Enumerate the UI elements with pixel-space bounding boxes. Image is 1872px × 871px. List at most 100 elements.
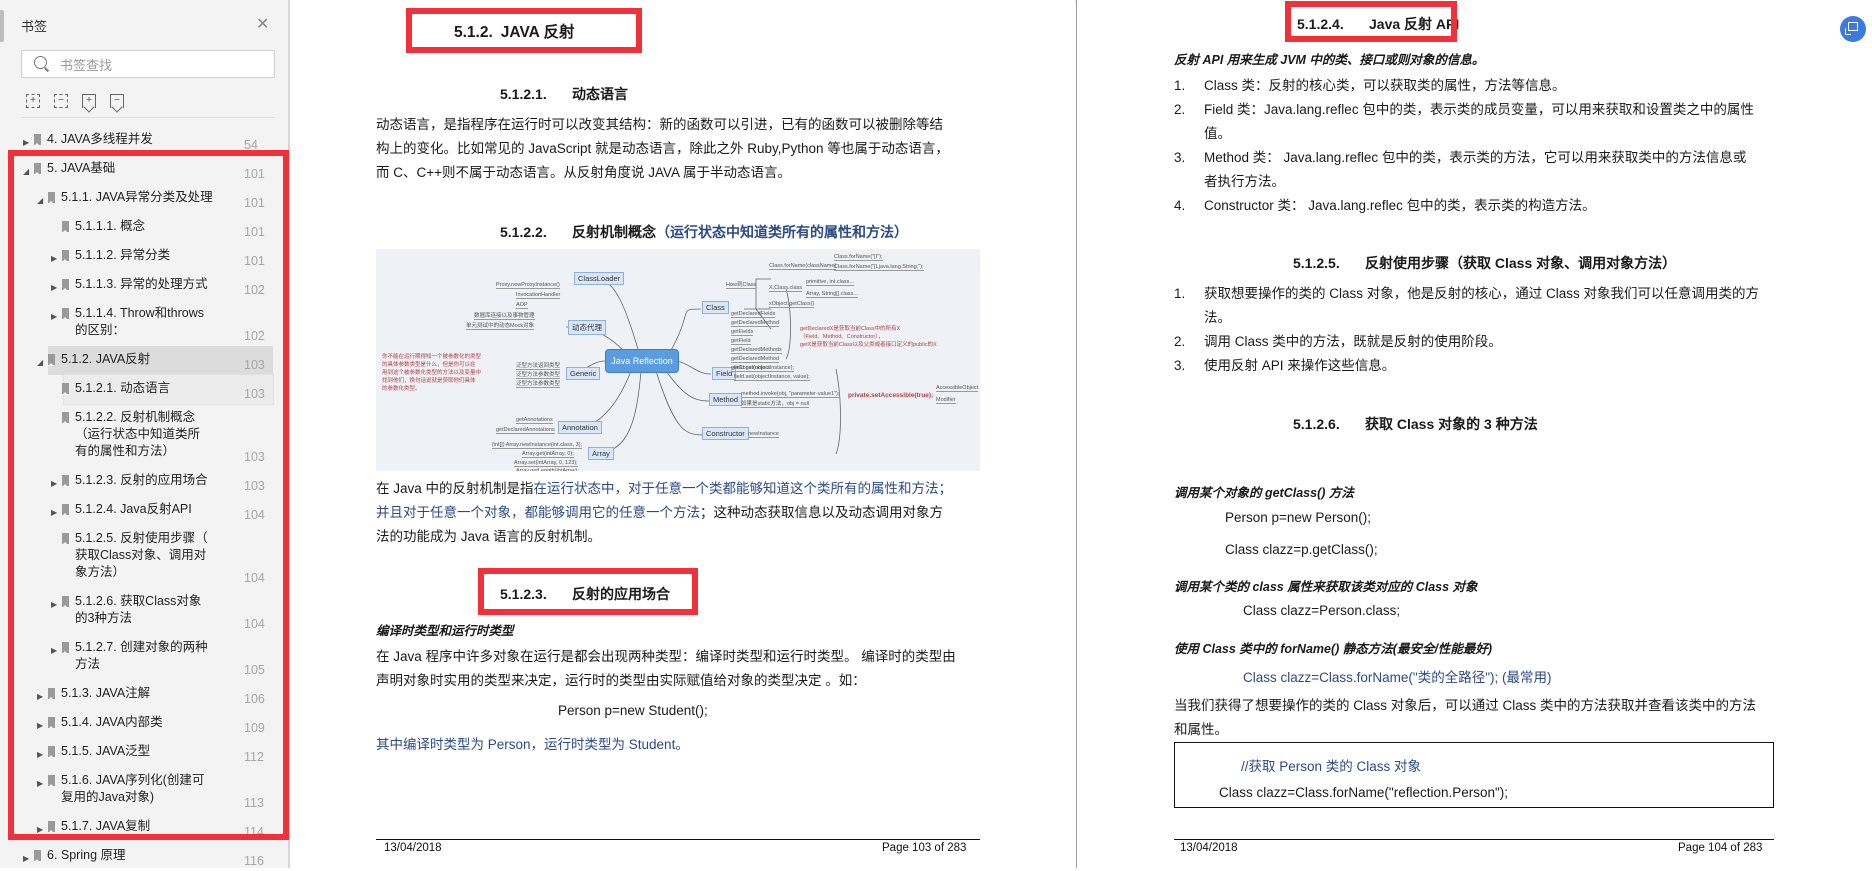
mindmap-node-class: Class <box>702 301 729 314</box>
expand-toggle-icon[interactable]: ▶ <box>51 642 57 659</box>
bookmark-item[interactable]: ▶ 5.1.7. JAVA复制 114 <box>0 813 288 842</box>
bookmark-item[interactable]: ▶ 5.1.1.3. 异常的处理方式 102 <box>0 271 288 300</box>
list-item: 4. Constructor 类： Java.lang.reflec 包中的类，表… <box>1174 194 1784 218</box>
bookmark-label: 5.1.2.3. 反射的应用场合 <box>75 473 208 487</box>
bookmark-label: 5.1.1.1. 概念 <box>75 219 146 233</box>
list-text: Field 类：Java.lang.reflec 包中的类，表示类的成员变量，可… <box>1204 102 1754 117</box>
expand-toggle-icon[interactable]: ▶ <box>51 504 57 521</box>
bookmark-item[interactable]: ▶ 5.1.1.4. Throw和throws 的区别： 102 <box>0 300 288 346</box>
bookmark-item[interactable]: ▶ 6. Spring 原理 116 <box>0 842 288 871</box>
bookmark-item[interactable]: ▶ 5.1.5. JAVA泛型 112 <box>0 738 288 767</box>
bookmark-item[interactable]: ◢ 5.1.2. JAVA反射 103 <box>37 346 273 375</box>
add-bookmark-icon[interactable]: + <box>82 94 96 108</box>
close-icon[interactable]: ✕ <box>256 14 269 34</box>
pdf-page-104: 5.1.2.4. Java 反射 API 反射 API 用来生成 JVM 中的类、… <box>1076 0 1872 868</box>
subheading-class-attr: 调用某个类的 class 属性来获取该类对应的 Class 对象 <box>1174 580 1478 594</box>
list-item: 1. Class 类：反射的核心类，可以获取类的属性，方法等信息。 <box>1174 74 1784 98</box>
bookmark-item[interactable]: ▶ 5.1.3. JAVA注解 106 <box>0 680 288 709</box>
bookmark-label: 5.1.2.5. 反射使用步骤（ 获取Class对象、调用对 象方法） <box>75 531 208 579</box>
expand-toggle-icon[interactable]: ▶ <box>51 596 57 613</box>
bookmark-page-number: 114 <box>244 825 264 839</box>
bookmark-icon <box>48 688 55 700</box>
bookmark-page-number: 102 <box>244 283 265 297</box>
mindmap-leaf: (int[]) Array.newInstance(int.class, 3); <box>492 442 583 449</box>
collapse-all-icon[interactable]: − <box>54 94 68 108</box>
bookmark-label: 5.1.7. JAVA复制 <box>61 819 151 833</box>
mindmap-leaf: newInstance <box>748 431 779 438</box>
bookmark-search-input[interactable] <box>58 54 262 76</box>
bookmark-item[interactable]: ◢ 5.1.1. JAVA异常分类及处理 101 <box>0 184 288 213</box>
expand-toggle-icon[interactable]: ▶ <box>51 250 57 267</box>
mindmap-leaf: 如果是static方法，obj = null <box>741 401 810 408</box>
bookmark-item[interactable]: ▶ 5.1.1.2. 异常分类 101 <box>0 242 288 271</box>
collapse-toggle-icon[interactable]: ◢ <box>37 354 43 371</box>
list-item: 2. 调用 Class 类中的方法，既就是反射的使用阶段。 <box>1174 330 1784 354</box>
expand-all-icon[interactable]: + <box>26 94 40 108</box>
bookmark-page-number: 101 <box>244 196 265 210</box>
mindmap-leaf: How到Class <box>726 282 757 289</box>
footer-page-number: Page 104 of 283 <box>1678 842 1763 854</box>
list-number: 2. <box>1174 334 1186 349</box>
list-text: 者执行方法。 <box>1204 174 1285 189</box>
expand-toggle-icon[interactable]: ▶ <box>51 475 57 492</box>
mindmap-leaf: Class.forName("[Ljava.lang.String;"); <box>834 264 924 271</box>
bookmark-item[interactable]: ▶ 4. JAVA多线程并发 54 <box>0 126 288 155</box>
bookmark-item[interactable]: ▶ 5.1.2.6. 获取Class对象 的3种方法 104 <box>0 588 288 634</box>
bookmark-item[interactable]: ◢ 5. JAVA基础 101 <box>0 155 288 184</box>
bookmark-item[interactable]: 5.1.2.2. 反射机制概念 （运行状态中知道类所 有的属性和方法） 103 <box>0 404 288 467</box>
mindmap-leaf: getAnnotations <box>516 417 553 424</box>
bookmark-item[interactable]: 5.1.2.1. 动态语言 103 <box>62 374 274 405</box>
collapse-toggle-icon[interactable]: ◢ <box>37 192 43 209</box>
mindmap-leaf: Array.get(intArray, 0); <box>522 451 574 458</box>
mindmap-center: Java Reflection <box>605 349 679 373</box>
bookmark-search[interactable] <box>21 50 275 78</box>
paragraph-types-blue: 其中编译时类型为 Person，运行时类型为 Student。 <box>376 737 689 752</box>
mindmap-accessible: private.setAccessible(true); <box>848 392 934 399</box>
bookmark-icon <box>62 250 69 262</box>
bookmark-page-number: 101 <box>244 225 265 239</box>
bookmark-page-number: 103 <box>244 387 265 401</box>
bookmark-icon <box>48 821 55 833</box>
bookmark-item[interactable]: ▶ 5.1.2.4. Java反射API 104 <box>0 496 288 525</box>
footer-date: 13/04/2018 <box>1180 842 1238 854</box>
bookmark-icon <box>62 533 69 545</box>
expand-toggle-icon[interactable]: ▶ <box>37 688 43 705</box>
mindmap-leaf: getDeclaredFields <box>731 311 776 318</box>
code-person-new: Person p=new Person(); <box>1225 510 1371 525</box>
bookmark-item[interactable]: ▶ 5.1.4. JAVA内部类 109 <box>0 709 288 738</box>
mindmap-note-generic: 你不能在运行期得知一个被参数化的类型 的具体参数类型是什么，但是你可以在 用到这… <box>382 354 482 392</box>
panel-handle[interactable] <box>0 10 4 42</box>
bookmark-icon <box>62 642 69 654</box>
bookmark-item[interactable]: ▶ 5.1.2.3. 反射的应用场合 103 <box>0 467 288 496</box>
expand-toggle-icon[interactable]: ▶ <box>51 308 57 325</box>
bookmark-item[interactable]: 5.1.1.1. 概念 101 <box>0 213 288 242</box>
bookmark-item[interactable]: ▶ 5.1.2.7. 创建对象的两种 方法 105 <box>0 634 288 680</box>
bookmark-item[interactable]: 5.1.2.5. 反射使用步骤（ 获取Class对象、调用对 象方法） 104 <box>0 525 288 588</box>
api-list: 1. Class 类：反射的核心类，可以获取类的属性，方法等信息。 2. Field … <box>1174 74 1784 218</box>
bookmark-label: 5.1.4. JAVA内部类 <box>61 715 163 729</box>
subheading-types: 编译时类型和运行时类型 <box>376 624 514 638</box>
bookmark-item[interactable]: ▶ 5.1.6. JAVA序列化(创建可 复用的Java对象) 113 <box>0 767 288 813</box>
translate-icon[interactable] <box>1840 16 1866 42</box>
mindmap-leaf: AOP <box>516 302 528 309</box>
mindmap-leaf: AccessibleObject <box>936 385 979 392</box>
bookmark-page-number: 116 <box>244 854 264 868</box>
panel-title: 书签 <box>21 19 48 34</box>
mindmap-node-generic: Generic <box>566 367 601 380</box>
subheading-getclass: 调用某个对象的 getClass() 方法 <box>1174 486 1354 500</box>
expand-toggle-icon[interactable]: ▶ <box>37 821 43 838</box>
expand-toggle-icon[interactable]: ▶ <box>23 134 29 151</box>
expand-toggle-icon[interactable]: ▶ <box>23 850 29 867</box>
expand-toggle-icon[interactable]: ▶ <box>37 746 43 763</box>
mindmap-leaf: Proxy.newProxyInstance() <box>496 282 560 289</box>
expand-toggle-icon[interactable]: ▶ <box>37 717 43 734</box>
remove-bookmark-icon[interactable]: − <box>110 94 124 108</box>
collapse-toggle-icon[interactable]: ◢ <box>23 163 29 180</box>
bookmark-label: 5.1.2.4. Java反射API <box>75 502 192 516</box>
bookmark-page-number: 113 <box>244 796 264 810</box>
list-number: 3. <box>1174 150 1186 165</box>
bookmark-page-number: 109 <box>244 721 265 735</box>
expand-toggle-icon[interactable]: ▶ <box>51 279 57 296</box>
expand-toggle-icon[interactable]: ▶ <box>37 775 43 792</box>
paragraph-reflection-mechanism: 在 Java 中的反射机制是指在运行状态中，对于任意一个类都能够知道这个类所有的… <box>376 481 953 544</box>
